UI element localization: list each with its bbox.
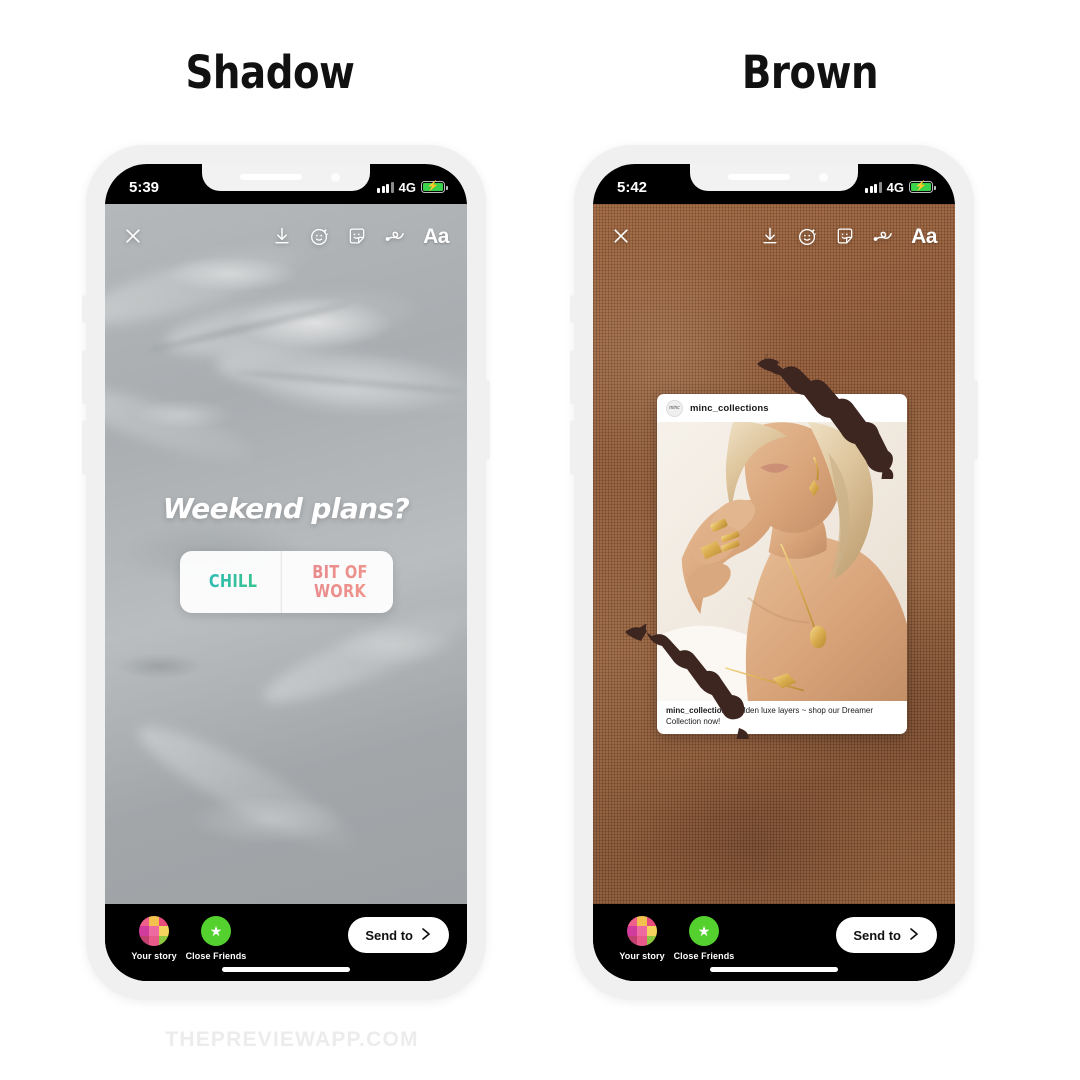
text-aa-icon[interactable]: Aa: [911, 226, 937, 247]
network-label: 4G: [398, 179, 416, 195]
signal-bars-icon: [377, 181, 394, 193]
battery-charging-icon: ⚡: [421, 181, 448, 193]
avatar: minc: [666, 399, 683, 417]
close-friends-avatar: ★: [689, 916, 719, 946]
signal-bars-icon: [865, 181, 882, 193]
star-icon: ★: [689, 916, 719, 946]
send-to-label: Send to: [365, 927, 413, 943]
poll-option-chill[interactable]: CHILL: [185, 551, 282, 613]
volume-up-button[interactable]: [570, 350, 576, 405]
power-button[interactable]: [484, 380, 490, 460]
story-bottom-bar-shadow: Your story ★ Close Friends Send to: [105, 904, 467, 981]
home-indicator: [222, 967, 350, 972]
your-story-label: Your story: [131, 951, 177, 961]
story-toolbar-shadow: Aa: [105, 216, 467, 256]
phone-notch: [202, 164, 370, 191]
story-toolbar-brown: Aa: [593, 216, 955, 256]
your-story-avatar: [627, 916, 657, 946]
draw-squiggle-icon[interactable]: [872, 226, 894, 246]
brush-stroke-top-right: [757, 354, 894, 479]
close-icon[interactable]: [611, 226, 760, 246]
close-friends-button[interactable]: ★ Close Friends: [185, 916, 247, 961]
status-time: 5:39: [129, 178, 160, 196]
effects-face-icon[interactable]: [309, 226, 330, 247]
panel-headings: Shadow Brown: [0, 46, 1080, 116]
watermark-text: THEPREVIEWAPP.COM: [165, 1028, 419, 1051]
phone-mockup-brown: minc minc_collections minc_collections G…: [570, 145, 978, 1000]
volume-down-button[interactable]: [570, 420, 576, 475]
battery-charging-icon: ⚡: [909, 181, 936, 193]
send-to-button[interactable]: Send to: [836, 917, 937, 953]
heading-brown: Brown: [741, 46, 879, 99]
your-story-avatar: [139, 916, 169, 946]
your-story-button[interactable]: Your story: [611, 916, 673, 961]
volume-down-button[interactable]: [82, 420, 88, 475]
phone-mockup-shadow: Weekend plans? CHILL BIT OF WORK 5:39 4G …: [82, 145, 490, 1000]
volume-up-button[interactable]: [82, 350, 88, 405]
mute-switch[interactable]: [570, 295, 576, 323]
send-to-label: Send to: [853, 927, 901, 943]
text-aa-icon[interactable]: Aa: [423, 226, 449, 247]
story-canvas-shadow[interactable]: Weekend plans? CHILL BIT OF WORK: [105, 204, 467, 904]
poll-option-bit-of-work[interactable]: BIT OF WORK: [292, 551, 387, 613]
earpiece-speaker: [728, 174, 790, 180]
story-canvas-brown[interactable]: minc minc_collections minc_collections G…: [593, 204, 955, 904]
sticker-icon[interactable]: [347, 226, 367, 246]
poll-options[interactable]: CHILL BIT OF WORK: [179, 551, 393, 613]
phone-screen-shadow: Weekend plans? CHILL BIT OF WORK 5:39 4G …: [105, 164, 467, 981]
effects-face-icon[interactable]: [797, 226, 818, 247]
close-friends-label: Close Friends: [185, 951, 247, 961]
brush-stroke-bottom-left: [625, 624, 749, 739]
close-friends-button[interactable]: ★ Close Friends: [673, 916, 735, 961]
sticker-icon[interactable]: [835, 226, 855, 246]
chevron-right-icon: [420, 927, 432, 944]
close-friends-label: Close Friends: [673, 951, 735, 961]
heading-shadow: Shadow: [185, 46, 355, 99]
download-icon[interactable]: [760, 226, 780, 246]
poll-question: Weekend plans?: [162, 492, 410, 525]
front-camera: [331, 173, 340, 182]
your-story-button[interactable]: Your story: [123, 916, 185, 961]
earpiece-speaker: [240, 174, 302, 180]
close-friends-avatar: ★: [201, 916, 231, 946]
close-icon[interactable]: [123, 226, 272, 246]
power-button[interactable]: [972, 380, 978, 460]
poll-sticker[interactable]: Weekend plans? CHILL BIT OF WORK: [105, 492, 467, 613]
status-time: 5:42: [617, 178, 648, 196]
network-label: 4G: [886, 179, 904, 195]
front-camera: [819, 173, 828, 182]
send-to-button[interactable]: Send to: [348, 917, 449, 953]
star-icon: ★: [201, 916, 231, 946]
draw-squiggle-icon[interactable]: [384, 226, 406, 246]
chevron-right-icon: [908, 927, 920, 944]
watermark: THEPREVIEWAPP.COM: [0, 1028, 1080, 1052]
phone-notch: [690, 164, 858, 191]
your-story-label: Your story: [619, 951, 665, 961]
mute-switch[interactable]: [82, 295, 88, 323]
phone-screen-brown: minc minc_collections minc_collections G…: [593, 164, 955, 981]
download-icon[interactable]: [272, 226, 292, 246]
home-indicator: [710, 967, 838, 972]
story-bottom-bar-brown: Your story ★ Close Friends Send to: [593, 904, 955, 981]
